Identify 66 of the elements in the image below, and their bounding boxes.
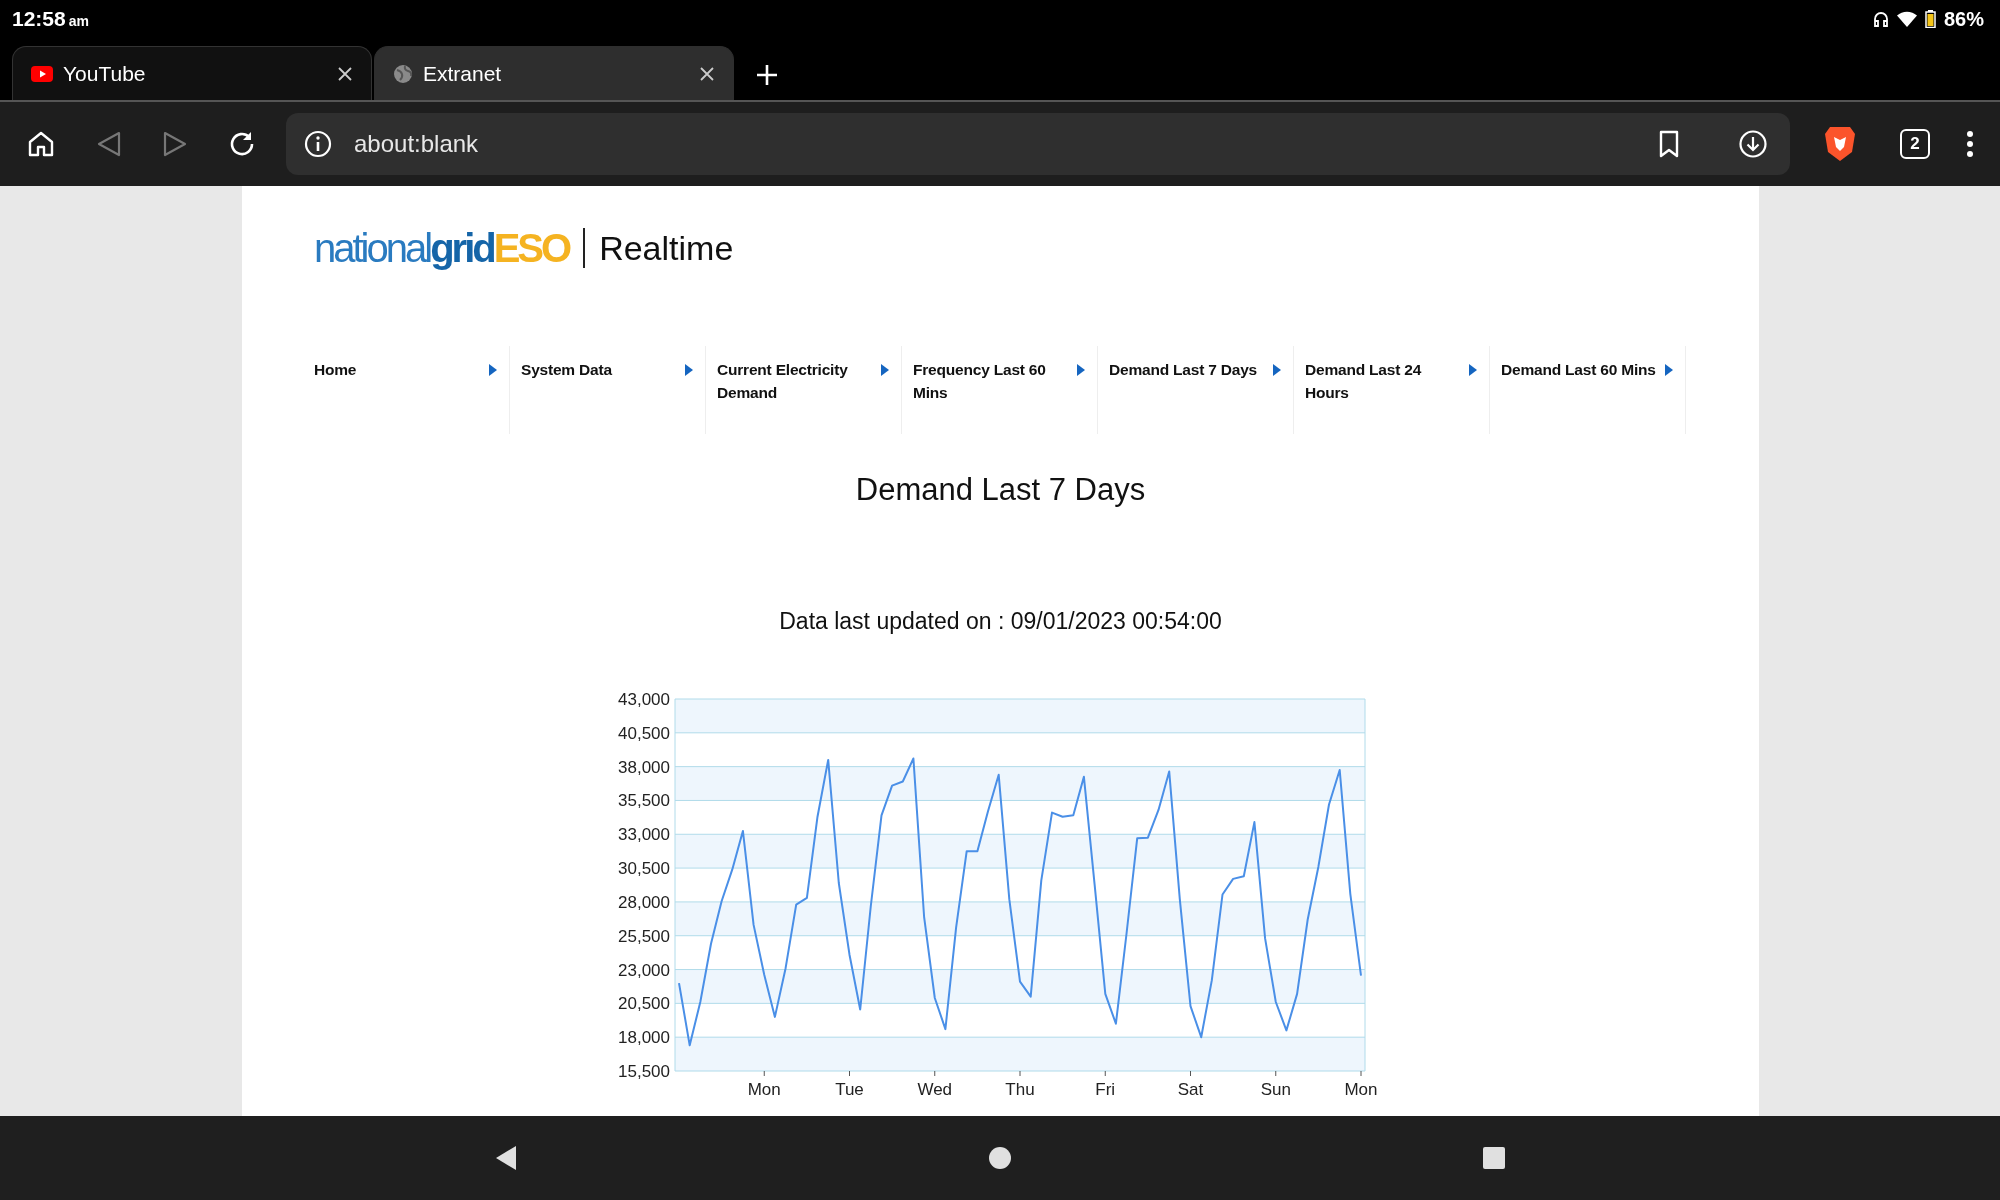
y-axis-label: 18,000 (618, 1028, 670, 1048)
triangle-right-icon (1273, 364, 1281, 376)
y-axis-label: 33,000 (618, 825, 670, 845)
logo-divider (583, 228, 586, 268)
browser-tab[interactable]: Extranet (374, 46, 734, 100)
logo-subtitle: Realtime (599, 228, 734, 268)
logo: nationalgridESO (314, 225, 570, 271)
y-axis-label: 30,500 (618, 859, 670, 879)
home-icon[interactable] (26, 129, 56, 159)
y-axis-label: 38,000 (618, 757, 670, 777)
x-axis-label: Sun (1260, 1080, 1291, 1099)
back-icon[interactable] (494, 1145, 518, 1171)
headphones-icon (1872, 11, 1889, 27)
home-circle-icon[interactable] (988, 1146, 1012, 1170)
battery-level: 86% (1943, 7, 1984, 31)
new-tab-icon[interactable] (756, 64, 778, 86)
y-axis-label: 43,000 (618, 690, 670, 709)
y-axis-label: 35,500 (618, 791, 670, 811)
close-icon[interactable] (699, 65, 715, 82)
page-heading: Demand Last 7 Days (854, 472, 1147, 508)
last-updated-text: Data last updated on : 09/01/2023 00:54:00 (778, 608, 1223, 635)
triangle-right-icon (881, 364, 889, 376)
nav-link[interactable]: Frequency Last 60 Mins (902, 346, 1098, 434)
triangle-right-icon (1469, 364, 1477, 376)
tab-title: Extranet (423, 61, 503, 86)
nav-link[interactable]: Home (314, 346, 510, 434)
y-axis-label: 25,500 (618, 926, 670, 946)
y-axis-label: 28,000 (618, 892, 670, 912)
globe-icon (393, 63, 413, 84)
x-axis-label: Wed (917, 1080, 953, 1099)
wifi-icon (1896, 11, 1917, 27)
y-axis-label: 23,000 (618, 960, 670, 980)
x-axis-label: Sat (1177, 1080, 1204, 1099)
tab-count-button[interactable]: 2 (1900, 129, 1930, 159)
reload-icon[interactable] (228, 130, 256, 158)
tab-title: YouTube (63, 61, 147, 86)
close-icon[interactable] (337, 65, 353, 82)
y-axis-label: 40,500 (618, 723, 670, 743)
nav-link[interactable]: Demand Last 60 Mins (1490, 346, 1686, 434)
x-axis-label: Thu (1005, 1080, 1035, 1099)
triangle-right-icon (685, 364, 693, 376)
bookmark-icon[interactable] (1658, 130, 1680, 158)
triangle-right-icon (1665, 364, 1673, 376)
nav-link[interactable]: Demand Last 24 Hours (1294, 346, 1490, 434)
x-axis-label: Mon (747, 1080, 781, 1099)
url-text: about:blank (354, 130, 479, 158)
triangle-right-icon (1077, 364, 1085, 376)
lion-shield-icon[interactable] (1824, 125, 1856, 163)
nav-link[interactable]: Current Electricity Demand (706, 346, 902, 434)
triangle-right-icon (489, 364, 497, 376)
battery-icon (1924, 10, 1936, 28)
video-play-icon (31, 65, 53, 82)
info-icon[interactable] (304, 130, 332, 158)
x-axis-label: Mon (1344, 1080, 1378, 1099)
more-menu-icon[interactable] (1966, 130, 1974, 158)
y-axis-label: 20,500 (618, 994, 670, 1014)
y-axis-label: 15,500 (618, 1062, 670, 1081)
status-time: 12:58 am (12, 7, 89, 31)
x-axis-label: Fri (1095, 1080, 1116, 1099)
address-bar[interactable]: about:blank (286, 113, 1790, 175)
x-axis-label: Tue (835, 1080, 864, 1099)
nav-link[interactable]: System Data (510, 346, 706, 434)
download-icon[interactable] (1738, 129, 1768, 159)
nav-link[interactable]: Demand Last 7 Days (1098, 346, 1294, 434)
recents-icon[interactable] (1482, 1146, 1506, 1170)
browser-tab[interactable]: YouTube (12, 46, 372, 100)
